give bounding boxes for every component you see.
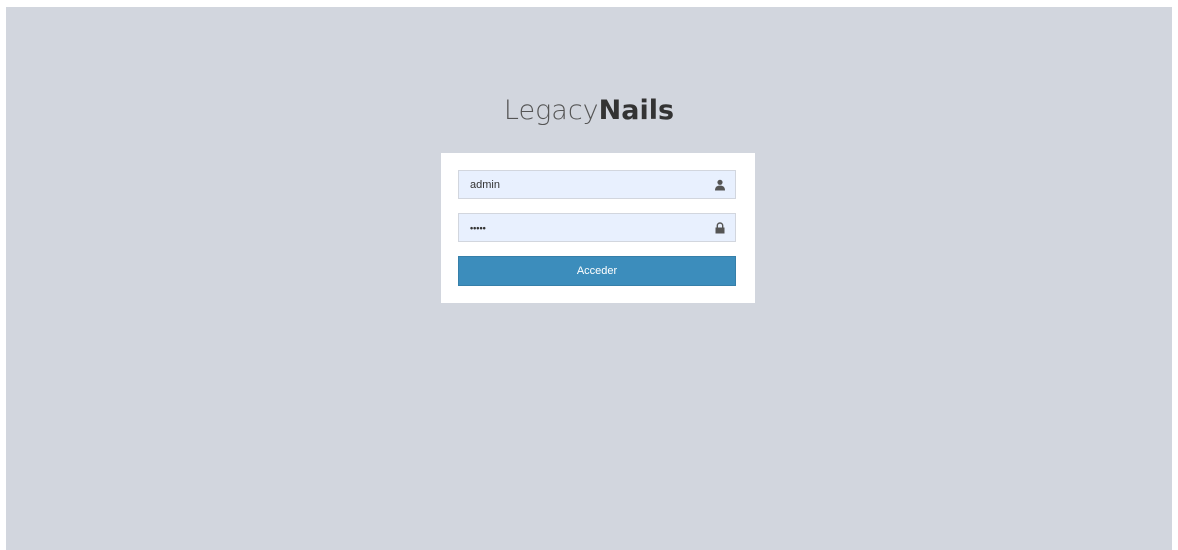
login-page: LegacyNails Acceder	[6, 7, 1172, 550]
app-logo[interactable]: LegacyNails	[6, 95, 1172, 126]
password-input[interactable]	[459, 214, 735, 241]
password-field[interactable]	[458, 213, 736, 242]
logo-bold-text: Nails	[598, 95, 675, 126]
logo-light-text: Legacy	[503, 95, 599, 126]
login-box: Acceder	[441, 153, 755, 303]
user-icon	[715, 179, 725, 191]
lock-icon	[715, 222, 725, 234]
username-input[interactable]	[459, 171, 735, 198]
username-field[interactable]	[458, 170, 736, 199]
submit-button[interactable]: Acceder	[458, 256, 736, 286]
